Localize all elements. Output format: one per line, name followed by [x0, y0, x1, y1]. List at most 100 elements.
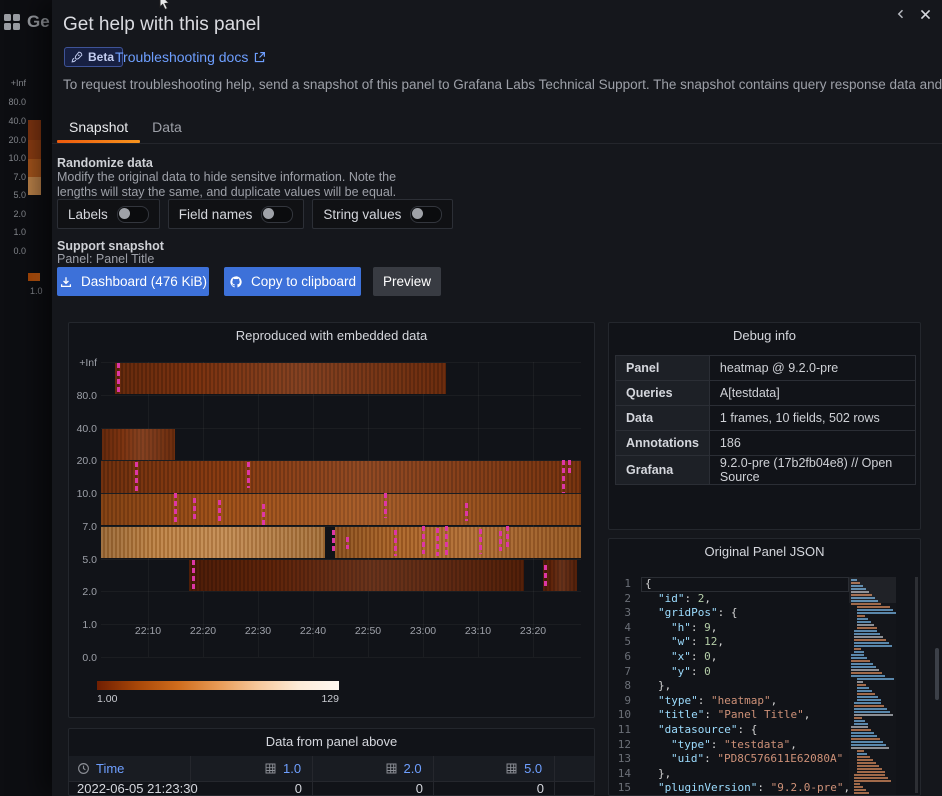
preview-button[interactable]: Preview	[373, 267, 441, 296]
drawer-title: Get help with this panel	[63, 14, 261, 36]
annotation-marker	[117, 363, 120, 392]
randomize-description: Modify the original data to hide sensitv…	[57, 170, 402, 200]
annotation-marker	[332, 530, 335, 554]
dashboards-icon	[4, 14, 20, 30]
toggle-label: String values	[323, 207, 401, 222]
annotation-marker	[384, 493, 387, 518]
randomize-heading: Randomize data	[57, 156, 153, 170]
data-table-title: Data from panel above	[69, 734, 594, 749]
background-axis-label: 2.0	[0, 209, 26, 219]
panel-json-title: Original Panel JSON	[609, 544, 920, 559]
tab-data[interactable]: Data	[140, 111, 194, 143]
dashboard-476-kib-button[interactable]: Dashboard (476 KiB)	[57, 267, 209, 296]
annotation-marker	[174, 493, 177, 524]
legend-max-label: 129	[299, 693, 339, 705]
annotation-marker	[506, 526, 509, 548]
heatmap-plot[interactable]	[101, 362, 581, 657]
troubleshooting-docs-link[interactable]: Troubleshooting docs	[115, 49, 266, 65]
expand-drawer-button[interactable]	[890, 3, 912, 25]
debug-info-row: Annotations186	[616, 431, 916, 456]
column-header-1.0[interactable]: 1.0	[190, 756, 312, 781]
heatmap-y-tick: 80.0	[57, 390, 97, 402]
table-icon	[264, 762, 277, 775]
heatmap-band	[543, 560, 577, 591]
annotation-marker	[218, 500, 221, 523]
heatmap-x-tick: 22:30	[236, 625, 280, 637]
debug-value: A[testdata]	[709, 381, 915, 406]
toggle-label: Field names	[179, 207, 253, 222]
annotation-marker	[394, 530, 397, 556]
annotation-marker	[135, 462, 138, 492]
heatmap-x-tick: 22:50	[346, 625, 390, 637]
column-header-2.0[interactable]: 2.0	[311, 756, 432, 781]
tab-snapshot[interactable]: Snapshot	[57, 111, 140, 143]
toggle-field-names[interactable]: Field names	[168, 199, 305, 229]
heatmap-y-tick: 40.0	[57, 423, 97, 435]
toggle-labels[interactable]: Labels	[57, 199, 160, 229]
editor-minimap-slider[interactable]	[849, 577, 896, 603]
panel-json-panel: Original Panel JSON 1{2"id": 2,3"gridPos…	[608, 538, 921, 796]
column-header-5.0[interactable]: 5.0	[432, 756, 553, 781]
annotation-marker	[499, 531, 502, 551]
legend-min-label: 1.00	[97, 693, 117, 705]
copy-to-clipboard-button[interactable]: Copy to clipboard	[224, 267, 361, 296]
heatmap-color-legend	[97, 681, 339, 690]
column-header-label: Time	[96, 761, 124, 776]
annotation-marker	[436, 528, 439, 556]
cell-value: 0	[312, 781, 433, 796]
annotation-marker	[562, 460, 565, 493]
background-axis-label: 5.0	[0, 190, 26, 200]
toggle-string-values[interactable]: String values	[312, 199, 453, 229]
heatmap-band	[335, 527, 581, 558]
table-icon	[505, 762, 518, 775]
heatmap-y-tick: 7.0	[57, 521, 97, 533]
background-axis-label: 20.0	[0, 135, 26, 145]
editor-scrollbar[interactable]	[915, 577, 918, 793]
column-header-label: 2.0	[404, 761, 422, 776]
debug-key: Annotations	[616, 431, 710, 456]
beta-badge-label: Beta	[88, 50, 114, 64]
close-icon	[919, 8, 932, 21]
table-row: 2022-06-05 21:23:30000	[69, 781, 594, 796]
heatmap-x-tick: 23:10	[456, 625, 500, 637]
annotation-marker	[346, 537, 349, 549]
debug-key: Grafana	[616, 456, 710, 485]
rocket-icon	[71, 51, 83, 63]
background-legend-fragment	[28, 273, 40, 281]
support-snapshot-heading: Support snapshot	[57, 239, 164, 253]
switch-control[interactable]	[410, 206, 442, 223]
debug-value: 9.2.0-pre (17b2fb04e8) // Open Source	[709, 456, 915, 485]
heatmap-x-tick: 23:00	[401, 625, 445, 637]
close-drawer-button[interactable]	[914, 3, 936, 25]
background-nav: Ge	[4, 12, 50, 32]
background-axis-label: +Inf	[0, 78, 26, 88]
heatmap-y-tick: 20.0	[57, 455, 97, 467]
heatmap-band	[101, 461, 581, 492]
background-axis-label: 1.0	[0, 227, 26, 237]
page: Ge +Inf80.040.020.010.07.05.02.01.00.0 1…	[0, 0, 942, 796]
annotation-marker	[192, 560, 195, 592]
drawer-description: To request troubleshooting help, send a …	[63, 77, 942, 92]
cell-value: 0	[433, 781, 554, 796]
background-axis-label: 80.0	[0, 97, 26, 107]
editor-minimap[interactable]	[849, 577, 896, 795]
switch-control[interactable]	[117, 206, 149, 223]
debug-key: Data	[616, 406, 710, 431]
cell-time: 2022-06-05 21:23:30	[69, 781, 190, 796]
column-header-time[interactable]: Time	[69, 756, 190, 781]
column-header-label: 1.0	[283, 761, 301, 776]
debug-key: Panel	[616, 356, 710, 381]
heatmap-x-tick: 22:10	[126, 625, 170, 637]
annotation-marker	[422, 526, 425, 554]
heatmap-y-tick: 0.0	[57, 652, 97, 664]
heatmap-band	[189, 560, 524, 591]
download-icon	[59, 275, 73, 289]
switch-control[interactable]	[261, 206, 293, 223]
drawer-scrollbar[interactable]	[935, 648, 939, 700]
heatmap-y-tick: 1.0	[57, 619, 97, 631]
table-icon	[385, 762, 398, 775]
reproduced-panel-title: Reproduced with embedded data	[69, 328, 594, 343]
help-drawer: Get help with this panel Beta Troublesho…	[52, 0, 942, 796]
support-buttons: Dashboard (476 KiB) Copy to clipboard Prev…	[57, 267, 441, 296]
heatmap-x-tick: 22:40	[291, 625, 335, 637]
